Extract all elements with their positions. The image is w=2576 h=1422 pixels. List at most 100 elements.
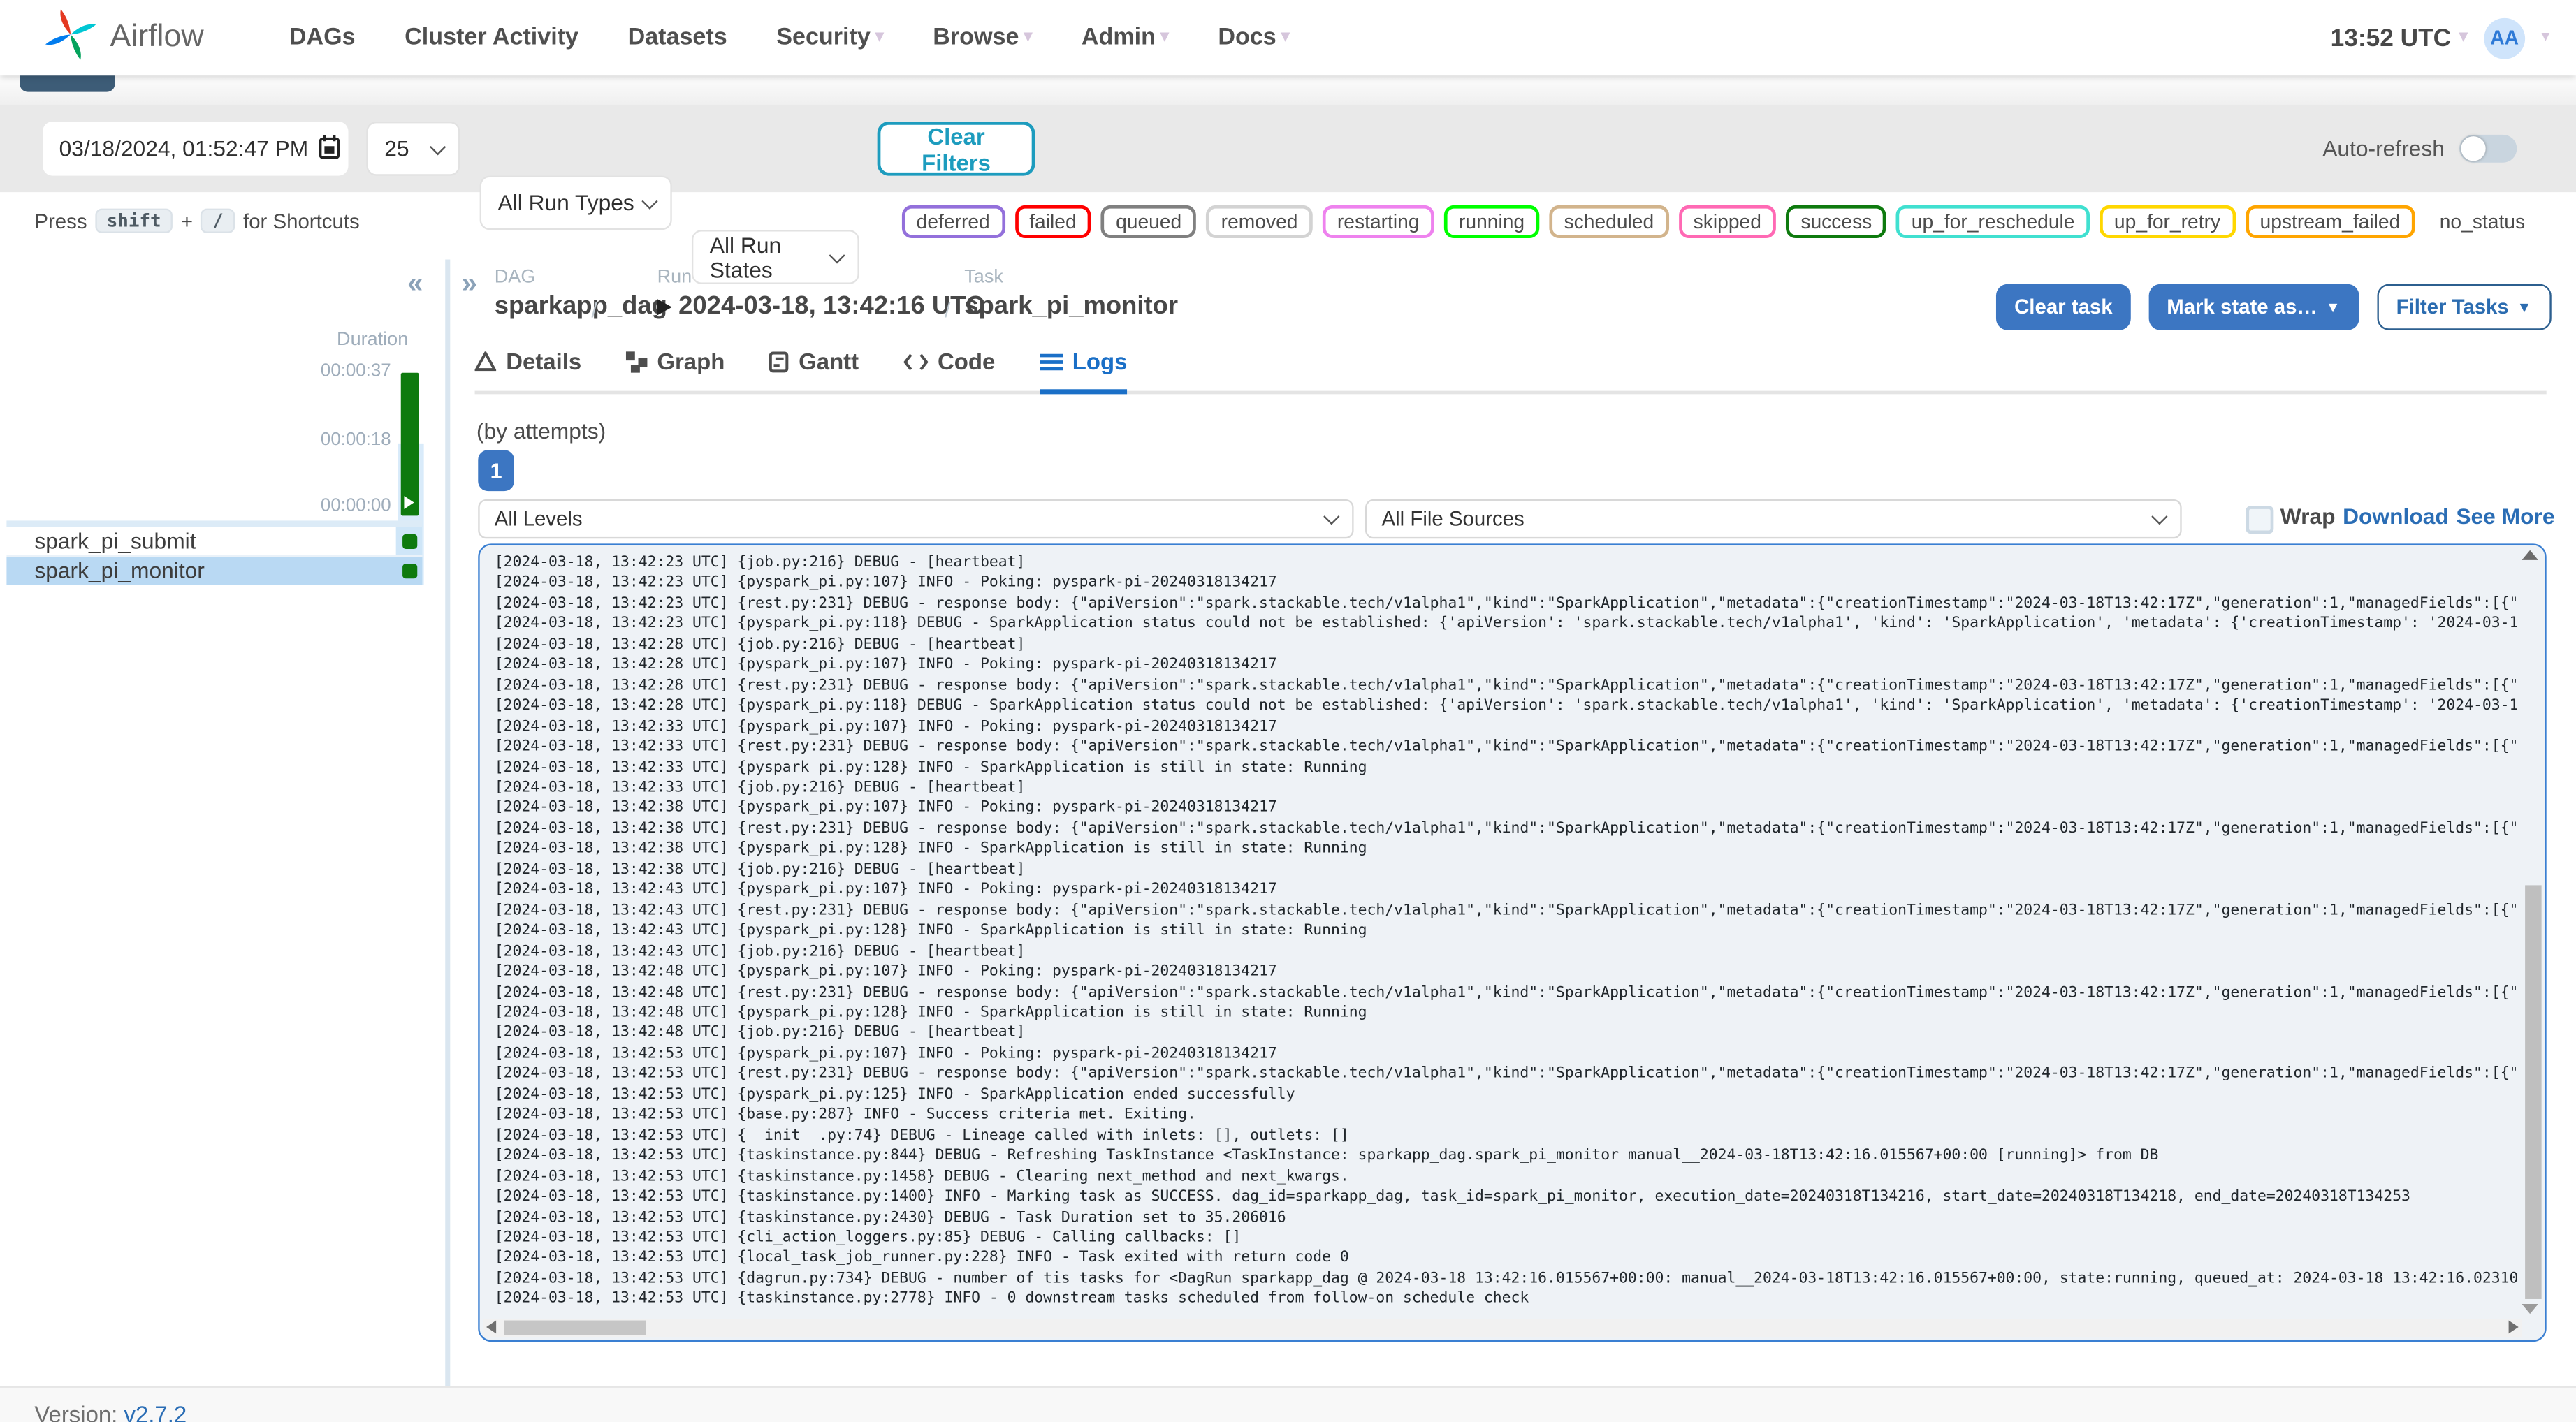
version-link[interactable]: v2.7.2: [124, 1401, 187, 1422]
scroll-left-arrow-icon[interactable]: [486, 1320, 497, 1334]
tab-details[interactable]: Details: [474, 348, 581, 394]
state-badge[interactable]: deferred: [901, 205, 1005, 238]
nav-item[interactable]: Cluster Activity ▾: [405, 24, 578, 51]
calendar-icon[interactable]: [319, 135, 340, 168]
nav-item[interactable]: Datasets ▾: [628, 24, 727, 51]
tab-gantt[interactable]: Gantt: [769, 348, 859, 394]
run-states-select[interactable]: All Run States: [691, 230, 859, 284]
log-line: [2024-03-18, 13:42:43 UTC] {rest.py:231}…: [494, 902, 2519, 920]
state-badge[interactable]: success: [1786, 205, 1887, 238]
state-badge[interactable]: up_for_reschedule: [1896, 205, 2090, 238]
log-line: [2024-03-18, 13:42:28 UTC] {rest.py:231}…: [494, 677, 2519, 694]
scroll-up-arrow-icon[interactable]: [2522, 550, 2538, 560]
task-grid-strip: [6, 520, 423, 527]
tab-graph[interactable]: Graph: [625, 348, 725, 394]
clear-task-button[interactable]: Clear task: [1996, 284, 2131, 330]
log-line: [2024-03-18, 13:42:48 UTC] {pyspark_pi.p…: [494, 1004, 1367, 1022]
play-triangle-icon: [404, 496, 414, 509]
nav-item-label: Cluster Activity: [405, 24, 579, 51]
state-badge[interactable]: queued: [1100, 205, 1197, 238]
state-badge[interactable]: no_status: [2424, 205, 2540, 238]
run-types-select[interactable]: All Run Types: [479, 175, 672, 230]
tab-label: Code: [937, 348, 996, 375]
clear-filters-button[interactable]: Clear Filters: [877, 122, 1035, 176]
expand-panel-icon[interactable]: »: [462, 267, 477, 300]
log-level-select[interactable]: All Levels: [478, 499, 1354, 539]
by-attempts-label: (by attempts): [476, 418, 606, 444]
partial-hidden-button[interactable]: [20, 75, 115, 92]
airflow-logo[interactable]: Airflow: [43, 6, 204, 70]
download-link[interactable]: Download: [2343, 504, 2449, 529]
breadcrumb-task-value[interactable]: spark_pi_monitor: [964, 293, 1178, 322]
dropdown-caret-icon[interactable]: ▾: [2542, 29, 2550, 46]
tab-code[interactable]: Code: [903, 348, 996, 394]
tab-label: Logs: [1072, 348, 1128, 375]
log-line: [2024-03-18, 13:42:33 UTC] {job.py:216} …: [494, 779, 1026, 797]
log-line: [2024-03-18, 13:42:53 UTC] {taskinstance…: [494, 1189, 2410, 1206]
state-badge[interactable]: skipped: [1678, 205, 1777, 238]
run-types-value: All Run Types: [497, 190, 634, 216]
state-badge[interactable]: restarting: [1322, 205, 1434, 238]
state-badge[interactable]: failed: [1014, 205, 1091, 238]
breadcrumb-run-value[interactable]: 2024-03-18, 13:42:16 UTC: [678, 293, 984, 322]
dropdown-caret-icon: ▾: [1024, 27, 1033, 46]
wrap-checkbox[interactable]: [2246, 506, 2274, 534]
avatar[interactable]: AA: [2484, 17, 2526, 59]
sidebar-divider[interactable]: [445, 259, 450, 1390]
nav-item[interactable]: Admin ▾: [1082, 24, 1169, 51]
run-states-value: All Run States: [709, 232, 782, 282]
duration-tick: 00:00:00: [320, 496, 391, 516]
scroll-down-arrow-icon[interactable]: [2522, 1304, 2538, 1314]
success-square-icon[interactable]: [401, 533, 418, 549]
dropdown-caret-icon: ▼: [2517, 298, 2532, 315]
nav-item-label: Browse: [933, 24, 1019, 51]
success-square-icon[interactable]: [401, 562, 418, 579]
date-filter-input[interactable]: [43, 122, 349, 176]
log-line: [2024-03-18, 13:42:53 UTC] {taskinstance…: [494, 1148, 2159, 1165]
scroll-right-arrow-icon[interactable]: [2508, 1320, 2519, 1334]
shortcuts-suffix: for Shortcuts: [243, 209, 360, 233]
breadcrumb-separator: /: [591, 297, 598, 322]
task-row[interactable]: spark_pi_submit: [6, 527, 423, 557]
nav-item[interactable]: DAGs ▾: [289, 24, 356, 51]
duration-bar[interactable]: [400, 372, 419, 516]
state-badge[interactable]: scheduled: [1549, 205, 1669, 238]
dropdown-caret-icon: ▾: [1281, 27, 1290, 46]
breadcrumb-dag-value[interactable]: sparkapp_dag: [495, 293, 667, 322]
nav-item[interactable]: Docs ▾: [1218, 24, 1289, 51]
horizontal-scrollbar-track[interactable]: [483, 1319, 2522, 1337]
auto-refresh-control: Auto-refresh: [2322, 122, 2517, 176]
state-badge[interactable]: running: [1443, 205, 1540, 238]
auto-refresh-toggle[interactable]: [2459, 134, 2517, 163]
horizontal-scrollbar-thumb[interactable]: [504, 1320, 646, 1335]
page-size-select[interactable]: 25: [366, 122, 460, 176]
log-level-value: All Levels: [494, 507, 583, 531]
clock-dropdown[interactable]: 13:52 UTC ▾: [2331, 24, 2468, 52]
file-source-select[interactable]: All File Sources: [1365, 499, 2182, 539]
mark-state-button[interactable]: Mark state as… ▼: [2148, 284, 2359, 330]
collapse-sidebar-icon[interactable]: «: [407, 267, 423, 300]
filter-tasks-button[interactable]: Filter Tasks ▼: [2376, 284, 2552, 330]
state-badge[interactable]: removed: [1206, 205, 1313, 238]
attempt-button[interactable]: 1: [478, 450, 514, 492]
log-line: [2024-03-18, 13:42:33 UTC] {pyspark_pi.p…: [494, 719, 1277, 735]
nav-item-label: DAGs: [289, 24, 356, 51]
see-more-link[interactable]: See More: [2456, 504, 2554, 529]
breadcrumb-separator: /: [945, 297, 951, 322]
nav-item[interactable]: Browse ▾: [933, 24, 1032, 51]
state-badge[interactable]: upstream_failed: [2245, 205, 2415, 238]
toggle-knob: [2461, 136, 2486, 161]
state-badge[interactable]: up_for_retry: [2099, 205, 2236, 238]
navbar: Airflow DAGs ▾ Cluster Activity ▾ Datase…: [0, 0, 2576, 76]
airflow-app: Airflow DAGs ▾ Cluster Activity ▾ Datase…: [0, 0, 2576, 1422]
shortcuts-hint: Press shift + / for Shortcuts: [34, 208, 360, 233]
tab-logs[interactable]: Logs: [1039, 348, 1128, 395]
task-row-selected[interactable]: spark_pi_monitor: [6, 557, 423, 585]
log-line: [2024-03-18, 13:42:53 UTC] {__init__.py:…: [494, 1127, 1349, 1145]
log-line: [2024-03-18, 13:42:28 UTC] {pyspark_pi.p…: [494, 657, 1277, 674]
vertical-scrollbar-thumb[interactable]: [2525, 885, 2542, 1299]
nav-item[interactable]: Security ▾: [776, 24, 883, 51]
log-line: [2024-03-18, 13:42:53 UTC] {local_task_j…: [494, 1250, 1349, 1267]
clear-task-label: Clear task: [2014, 295, 2113, 319]
log-line: [2024-03-18, 13:42:53 UTC] {taskinstance…: [494, 1291, 1529, 1308]
